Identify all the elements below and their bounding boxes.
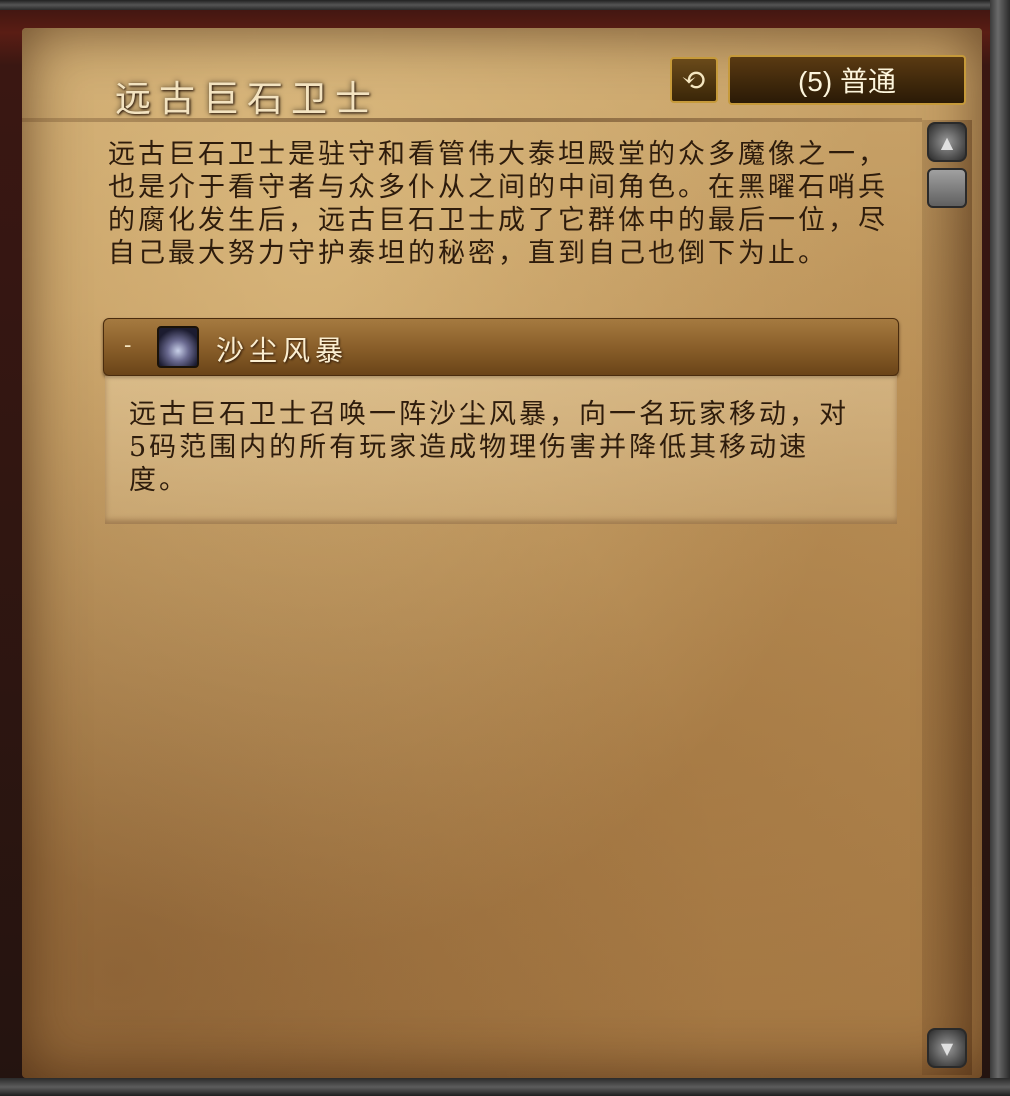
sandstorm-ability-icon[interactable] [157,326,199,368]
frame-bottom-border [0,1078,1010,1096]
scroll-down-button[interactable]: ▼ [927,1028,967,1068]
scroll-up-button[interactable]: ▲ [927,122,967,162]
scroll-up-icon: ▲ [940,132,954,152]
difficulty-dropdown-button[interactable]: (5) 普通 [728,55,966,105]
ability-name: 沙尘风暴 [216,334,349,367]
boss-description: 远古巨石卫士是驻守和看管伟大泰坦殿堂的众多魔像之一，也是介于看守者与众多仆从之间… [108,139,888,269]
difficulty-label: (5) 普通 [797,66,896,97]
boss-title: 远古巨石卫士 [115,79,380,120]
scrollbar-track[interactable] [922,120,972,1075]
scrollbar-thumb[interactable] [927,168,967,208]
ability-header-sandstorm[interactable]: - 沙尘风暴 [103,318,899,376]
scroll-down-icon: ▼ [940,1038,954,1058]
header-divider [22,118,922,122]
undo-arrow-icon: ⟲ [681,62,707,98]
frame-right-border [990,0,1010,1096]
collapse-toggle[interactable]: - [124,333,131,358]
reset-button[interactable]: ⟲ [670,57,718,103]
ability-details-panel: 远古巨石卫士召唤一阵沙尘风暴，向一名玩家移动，对5码范围内的所有玩家造成物理伤害… [105,376,897,524]
journal-frame: 远古巨石卫士 ⟲ (5) 普通 远古巨石卫士是驻守和看管伟大泰坦殿堂的众多魔像之… [0,0,1010,1096]
frame-top-border [0,0,1010,10]
ability-description: 远古巨石卫士召唤一阵沙尘风暴，向一名玩家移动，对5码范围内的所有玩家造成物理伤害… [129,399,849,496]
